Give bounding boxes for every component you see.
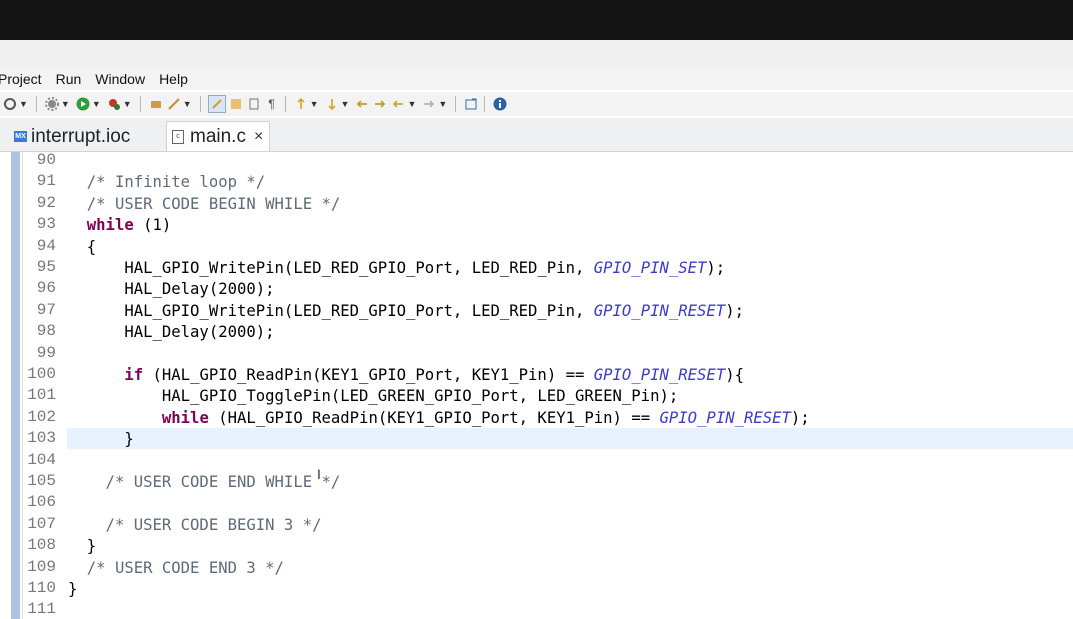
toolbar-separator [199, 96, 201, 112]
line-number: 92 [36, 193, 56, 212]
toolbar-separator [455, 96, 457, 112]
pilcrow-icon[interactable]: ¶ [264, 96, 280, 112]
run-icon[interactable] [75, 96, 91, 112]
video-top-bar [0, 0, 1073, 40]
back-icon[interactable] [354, 96, 370, 112]
line-number: 95 [36, 258, 56, 276]
settings-icon[interactable] [2, 96, 18, 112]
code-line[interactable]: /* Infinite loop */ [68, 173, 265, 191]
open-perspective-icon[interactable] [463, 96, 479, 112]
close-icon[interactable]: × [254, 128, 263, 146]
paint-icon[interactable] [228, 96, 244, 112]
chevron-down-icon[interactable]: ▼ [310, 99, 319, 109]
chevron-down-icon[interactable]: ▼ [438, 99, 447, 109]
menu-run[interactable]: Run [49, 71, 89, 87]
prev-annotation-icon[interactable] [293, 96, 309, 112]
forward-icon[interactable] [372, 96, 388, 112]
code-line[interactable]: HAL_GPIO_WritePin(LED_RED_GPIO_Port, LED… [68, 259, 725, 277]
code-line[interactable]: } [68, 537, 96, 555]
line-number: 99 [36, 343, 56, 362]
line-number: 93 [36, 215, 56, 234]
line-number: 100 [27, 365, 56, 383]
line-number: 110 [27, 579, 56, 597]
book-icon[interactable] [246, 96, 262, 112]
code-line[interactable]: /* USER CODE BEGIN 3 */ [68, 516, 322, 534]
code-line[interactable]: } [68, 580, 77, 598]
line-number: 102 [27, 407, 56, 426]
line-number: 90 [36, 151, 56, 169]
current-line-highlight [67, 428, 1073, 449]
toolbar-separator [35, 96, 37, 112]
tab-main-c[interactable]: c main.c × [166, 121, 270, 151]
line-number: 98 [36, 322, 56, 341]
code-line[interactable]: /* USER CODE END WHILE */ [68, 473, 341, 491]
chevron-down-icon[interactable]: ▼ [407, 99, 416, 109]
launch-icon[interactable] [166, 96, 182, 112]
line-number: 97 [36, 300, 56, 319]
code-line[interactable]: if (HAL_GPIO_ReadPin(KEY1_GPIO_Port, KEY… [68, 366, 744, 384]
build-icon[interactable] [44, 96, 60, 112]
code-editor[interactable]: 90 91 /* Infinite loop */ 92 /* USER CODE … [0, 151, 1073, 619]
code-line[interactable]: HAL_Delay(2000); [68, 280, 274, 298]
line-number: 94 [36, 236, 56, 255]
chevron-down-icon[interactable]: ▼ [123, 99, 132, 109]
line-number: 105 [27, 472, 56, 490]
info-icon[interactable] [492, 96, 508, 112]
line-number: 108 [27, 536, 56, 555]
chevron-down-icon[interactable]: ▼ [19, 99, 28, 109]
menu-help[interactable]: Help [152, 71, 195, 87]
toolbar-separator [139, 96, 141, 112]
text-cursor-icon: I [317, 466, 321, 482]
code-line[interactable]: HAL_GPIO_TogglePin(LED_GREEN_GPIO_Port, … [68, 387, 678, 405]
line-number: 104 [27, 450, 56, 469]
tab-label: interrupt.ioc [31, 125, 131, 147]
menu-bar: Project Run Window Help [0, 68, 1073, 90]
c-file-icon: c [172, 129, 184, 144]
code-line[interactable]: HAL_GPIO_WritePin(LED_RED_GPIO_Port, LED… [68, 302, 744, 320]
menu-window[interactable]: Window [88, 71, 152, 87]
code-line[interactable]: { [68, 238, 96, 256]
window-title-area [0, 40, 1073, 68]
toolbar: ▼ ▼ ▼ ▼ ▼ ¶ ▼ ▼ ▼ ▼ [0, 92, 1073, 116]
line-number: 101 [27, 386, 56, 405]
code-line[interactable]: /* USER CODE BEGIN WHILE */ [68, 195, 341, 213]
code-line[interactable]: HAL_Delay(2000); [68, 323, 274, 341]
code-line[interactable]: while (1) [68, 216, 172, 234]
gutter-divider [22, 152, 23, 619]
toolbar-separator [284, 96, 286, 112]
line-number: 91 [36, 172, 56, 191]
tools-icon[interactable] [148, 96, 164, 112]
line-number: 107 [27, 514, 56, 533]
chevron-down-icon[interactable]: ▼ [61, 99, 70, 109]
edit-icon[interactable] [207, 95, 226, 113]
chevron-down-icon[interactable]: ▼ [183, 99, 192, 109]
menu-project[interactable]: Project [0, 71, 49, 87]
tab-label: main.c [190, 125, 246, 147]
line-number: 111 [27, 600, 56, 619]
chevron-down-icon[interactable]: ▼ [92, 99, 101, 109]
nav-forward-icon[interactable] [421, 96, 437, 112]
next-annotation-icon[interactable] [324, 96, 340, 112]
line-number: 103 [27, 429, 56, 448]
mx-icon: MX [14, 131, 27, 142]
overview-ruler [11, 152, 20, 619]
line-number: 96 [36, 279, 56, 298]
code-line[interactable]: } [68, 430, 133, 448]
line-number: 109 [27, 557, 56, 576]
debug-icon[interactable] [106, 96, 122, 112]
chevron-down-icon[interactable]: ▼ [341, 99, 350, 109]
line-number: 106 [27, 493, 56, 512]
tab-interrupt-ioc[interactable]: MX interrupt.ioc [14, 122, 130, 151]
nav-back-icon[interactable] [390, 96, 406, 112]
code-line[interactable]: while (HAL_GPIO_ReadPin(KEY1_GPIO_Port, … [68, 409, 810, 427]
toolbar-separator [484, 96, 486, 112]
editor-tab-bar: MX interrupt.ioc c main.c × [0, 118, 1073, 152]
code-line[interactable]: /* USER CODE END 3 */ [68, 559, 284, 577]
